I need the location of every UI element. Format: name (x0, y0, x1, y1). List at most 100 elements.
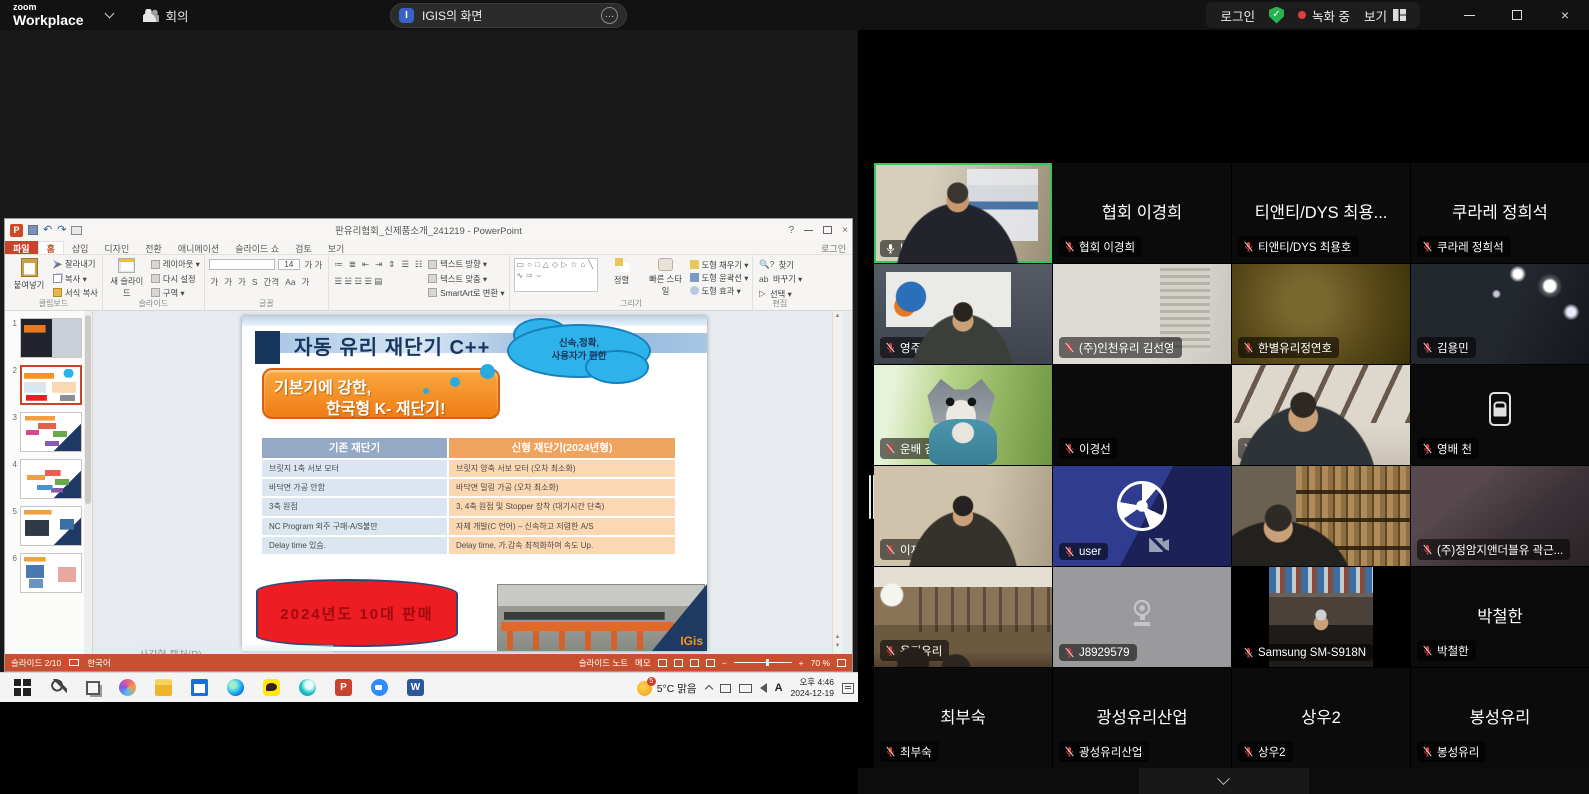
ppt-menu-tab-4[interactable]: 전환 (137, 241, 170, 254)
participant-tile[interactable]: 선호경 (1232, 365, 1410, 465)
task-view-icon[interactable] (86, 681, 100, 695)
participant-tile[interactable]: IGIS (874, 163, 1052, 263)
recording-indicator[interactable]: 녹화 중 (1298, 6, 1350, 25)
shape-icon[interactable]: □ (535, 260, 540, 270)
find-button[interactable]: 🔍?찾기 (757, 258, 802, 271)
kakaotalk-icon[interactable] (263, 679, 280, 696)
search-icon[interactable] (50, 679, 67, 696)
slide-thumbnail-item[interactable]: 4 (9, 459, 88, 499)
participant-tile[interactable]: 최부숙최부숙 (874, 668, 1052, 768)
font-style-button[interactable]: 가 (237, 276, 248, 288)
scroll-down-participants-button[interactable] (1139, 768, 1309, 794)
edge-icon[interactable] (227, 679, 244, 696)
participant-tile[interactable]: J8929579 (1053, 567, 1231, 667)
paragraph-button[interactable]: ☷ (414, 259, 425, 270)
slide-thumbnail[interactable] (20, 553, 82, 593)
start-icon[interactable] (14, 679, 31, 696)
normal-view-icon[interactable] (658, 659, 667, 667)
participant-tile[interactable]: 이경선 (1053, 365, 1231, 465)
ime-indicator[interactable]: A (775, 682, 783, 694)
ppt-menu-tab-5[interactable]: 애니메이션 (170, 241, 227, 254)
participant-tile[interactable]: 박철한박철한 (1411, 567, 1589, 667)
thumbnail-scrollbar[interactable] (84, 311, 92, 654)
slide-thumbnail-item[interactable]: 3 (9, 412, 88, 452)
zoom-out-button[interactable]: − (722, 658, 727, 668)
whale-icon[interactable] (299, 679, 316, 696)
language-label[interactable]: 한국어 (87, 657, 110, 669)
shape-icon[interactable]: ∿ (517, 271, 524, 281)
shape-gallery[interactable]: ▭○□△◇▷☆⌂╲∿⇨⌣ (514, 258, 598, 292)
participant-tile[interactable]: Samsung SM-S918N (1232, 567, 1410, 667)
participant-tile[interactable]: (주)정암지앤더블유 곽근... (1411, 466, 1589, 566)
fit-to-window-icon[interactable] (837, 659, 846, 667)
zoom-slider[interactable] (734, 662, 792, 663)
participant-tile[interactable]: 봉성유리봉성유리 (1411, 668, 1589, 768)
microsoft-store-icon[interactable] (191, 679, 208, 696)
maximize-button[interactable] (1493, 0, 1541, 30)
copilot-icon[interactable] (119, 679, 136, 696)
ppt-menu-tab-6[interactable]: 슬라이드 쇼 (227, 241, 287, 254)
more-options-icon[interactable]: … (601, 7, 618, 24)
layout-button[interactable]: 레이아웃 ▾ (151, 258, 200, 271)
paragraph-button[interactable]: ⇥ (374, 259, 384, 270)
shape-icon[interactable]: ▷ (561, 260, 567, 270)
security-shield-icon[interactable]: ✓ (1269, 7, 1284, 24)
shape-icon[interactable]: ╲ (588, 260, 593, 270)
paragraph-button[interactable]: ≣ (347, 259, 357, 270)
ppt-minimize-button[interactable] (804, 230, 813, 231)
shape-fill-button[interactable]: 도형 채우기 ▾ (690, 258, 749, 271)
align-buttons[interactable]: ☰ ☱ ☲ ☰ ▤ (333, 276, 384, 287)
ppt-menu-tab-3[interactable]: 디자인 (96, 241, 137, 254)
participant-tile[interactable]: 이재석-우신복층유리 (874, 466, 1052, 566)
slide-thumbnail-item[interactable]: 6 (9, 553, 88, 593)
slide-scrollbar[interactable]: ▲ ▲▼ (832, 311, 842, 654)
participant-tile[interactable]: 티앤티/DYS 최용...티앤티/DYS 최용호 (1232, 163, 1410, 263)
word-icon[interactable]: W (407, 679, 424, 696)
ppt-account-login[interactable]: 로그인 (821, 242, 846, 255)
slideshow-icon[interactable] (706, 659, 715, 667)
shape-icon[interactable]: ⌣ (536, 271, 541, 281)
taskbar-clock[interactable]: 오후 4:46 2024-12-19 (791, 677, 834, 698)
device-icon[interactable] (720, 684, 731, 693)
ppt-close-button[interactable]: × (842, 225, 848, 236)
ppt-menu-tab-0[interactable]: 파일 (5, 241, 38, 254)
ppt-menu-tab-2[interactable]: 삽입 (64, 241, 97, 254)
notes-toggle[interactable]: 슬라이드 노트 (579, 657, 628, 669)
slide-sorter-icon[interactable] (674, 659, 683, 667)
participant-tile[interactable]: 쿠라레 정희석쿠라레 정희석 (1411, 163, 1589, 263)
participant-tile[interactable]: 협회 이경희협회 이경희 (1053, 163, 1231, 263)
participant-tile[interactable]: (주)인천유리 김선영 (1053, 264, 1231, 364)
tab-shared-screen[interactable]: I IGIS의 화면 … (390, 3, 627, 28)
cut-button[interactable]: 잘라내기 (53, 258, 98, 271)
minimize-button[interactable] (1445, 0, 1493, 30)
shape-icon[interactable]: ○ (527, 260, 532, 270)
participant-tile[interactable]: 광성유리산업광성유리산업 (1053, 668, 1231, 768)
paragraph-button[interactable]: ⇤ (361, 259, 371, 270)
help-icon[interactable]: ? (789, 225, 795, 236)
paragraph-button[interactable]: ⇕ (387, 259, 397, 270)
close-button[interactable]: × (1541, 0, 1589, 30)
slide-thumbnail-item[interactable]: 1 (9, 318, 88, 358)
reset-button[interactable]: 다시 설정 (151, 272, 200, 285)
powerpoint-icon[interactable]: P (335, 679, 352, 696)
volume-icon[interactable] (760, 683, 767, 693)
battery-icon[interactable] (739, 684, 752, 693)
font-style-button[interactable]: S (250, 277, 259, 287)
smartart-button[interactable]: SmartArt로 변환 ▾ (428, 286, 504, 299)
participant-tile[interactable]: 우영완 (1232, 466, 1410, 566)
copy-button[interactable]: 복사 ▾ (53, 272, 98, 285)
paragraph-button[interactable]: ☰ (400, 259, 411, 270)
ppt-menu-tab-1[interactable]: 홈 (38, 241, 64, 254)
shape-icon[interactable]: ⌂ (580, 260, 585, 270)
chevron-down-icon[interactable] (104, 9, 114, 19)
participant-tile[interactable]: 영배 천 (1411, 365, 1589, 465)
zoom-level[interactable]: 70 % (811, 658, 830, 668)
font-style-button[interactable]: Aa (284, 277, 297, 287)
slide-thumbnail[interactable] (20, 412, 82, 452)
participant-tile[interactable]: user (1053, 466, 1231, 566)
view-button[interactable]: 보기 (1364, 6, 1406, 25)
slide-thumbnail[interactable] (20, 506, 82, 546)
file-explorer-icon[interactable] (155, 679, 172, 696)
new-slide-button[interactable]: 새 슬라이드 (107, 258, 147, 299)
paste-button[interactable]: 붙여넣기 (9, 258, 49, 299)
